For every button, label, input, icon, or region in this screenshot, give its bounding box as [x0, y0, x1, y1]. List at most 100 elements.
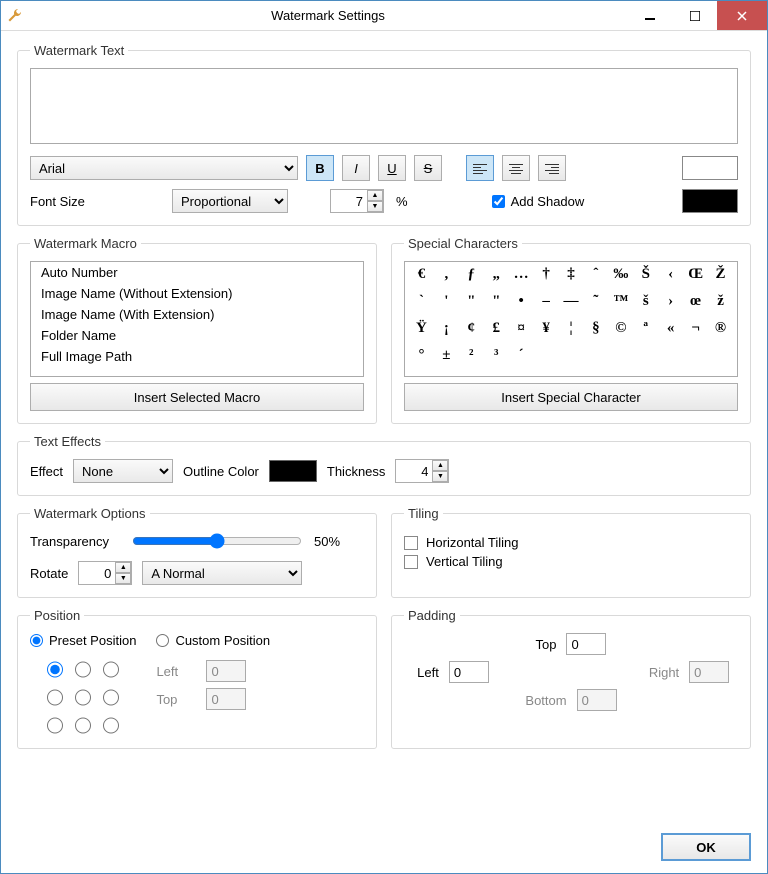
- close-button[interactable]: [717, 1, 767, 30]
- strikethrough-button[interactable]: S: [414, 155, 442, 181]
- special-char[interactable]: †: [536, 266, 557, 291]
- text-color-swatch[interactable]: [682, 156, 738, 180]
- special-char[interactable]: ˜: [585, 293, 606, 318]
- special-char[interactable]: Ž: [710, 266, 731, 291]
- minimize-button[interactable]: [627, 1, 672, 30]
- font-family-select[interactable]: Arial: [30, 156, 298, 180]
- special-char[interactable]: ›: [660, 293, 681, 318]
- font-size-up[interactable]: ▲: [367, 190, 383, 201]
- special-char[interactable]: ®: [710, 320, 731, 345]
- special-char[interactable]: ‰: [610, 266, 631, 291]
- preset-position-cell[interactable]: [75, 659, 91, 680]
- rotate-down[interactable]: ▼: [115, 573, 131, 584]
- preset-position-cell[interactable]: [47, 715, 63, 736]
- special-char[interactable]: «: [660, 320, 681, 345]
- special-char[interactable]: Š: [635, 266, 656, 291]
- list-item[interactable]: Full Image Path: [31, 346, 363, 367]
- special-char[interactable]: ‹: [660, 266, 681, 291]
- padding-left-input[interactable]: [449, 661, 489, 683]
- special-char[interactable]: •: [511, 293, 532, 318]
- watermark-text-input[interactable]: [30, 68, 738, 144]
- preset-position-cell[interactable]: [103, 659, 119, 680]
- thickness-down[interactable]: ▼: [432, 471, 448, 482]
- list-item[interactable]: Image Name (Without Extension): [31, 283, 363, 304]
- special-char[interactable]: ¢: [461, 320, 482, 345]
- special-char[interactable]: …: [511, 266, 532, 291]
- special-char[interactable]: ™: [610, 293, 631, 318]
- align-right-button[interactable]: [538, 155, 566, 181]
- rotate-stepper[interactable]: ▲▼: [78, 561, 132, 585]
- special-char[interactable]: ¥: [536, 320, 557, 345]
- padding-top-input[interactable]: [566, 633, 606, 655]
- list-item[interactable]: Folder Name: [31, 325, 363, 346]
- special-char[interactable]: ¦: [561, 320, 582, 345]
- insert-char-button[interactable]: Insert Special Character: [404, 383, 738, 411]
- preset-position-cell[interactable]: [47, 659, 63, 680]
- special-char[interactable]: –: [536, 293, 557, 318]
- special-char[interactable]: €: [411, 266, 432, 291]
- transparency-slider[interactable]: [132, 533, 302, 549]
- special-char[interactable]: ¡: [436, 320, 457, 345]
- special-char[interactable]: ": [486, 293, 507, 318]
- preset-position-cell[interactable]: [75, 715, 91, 736]
- special-char[interactable]: œ: [685, 293, 706, 318]
- preset-position-cell[interactable]: [47, 687, 63, 708]
- special-char[interactable]: „: [486, 266, 507, 291]
- special-char[interactable]: °: [411, 347, 432, 372]
- special-char[interactable]: ": [461, 293, 482, 318]
- thickness-up[interactable]: ▲: [432, 460, 448, 471]
- special-char[interactable]: ª: [635, 320, 656, 345]
- preset-position-radio[interactable]: Preset Position: [30, 633, 136, 648]
- list-item[interactable]: Auto Number: [31, 262, 363, 283]
- special-char[interactable]: ³: [486, 347, 507, 372]
- preset-position-cell[interactable]: [103, 687, 119, 708]
- shadow-color-swatch[interactable]: [682, 189, 738, 213]
- special-char[interactable]: ,: [436, 266, 457, 291]
- special-char[interactable]: š: [635, 293, 656, 318]
- list-item[interactable]: Image Name (With Extension): [31, 304, 363, 325]
- special-char[interactable]: ž: [710, 293, 731, 318]
- preset-position-cell[interactable]: [103, 715, 119, 736]
- font-size-mode-select[interactable]: Proportional: [172, 189, 288, 213]
- rotate-value[interactable]: [79, 562, 115, 584]
- special-char[interactable]: ´: [511, 347, 532, 372]
- underline-button[interactable]: U: [378, 155, 406, 181]
- special-char[interactable]: ©: [610, 320, 631, 345]
- font-size-down[interactable]: ▼: [367, 201, 383, 212]
- effect-select[interactable]: None: [73, 459, 173, 483]
- custom-position-radio[interactable]: Custom Position: [156, 633, 270, 648]
- vertical-tiling-checkbox[interactable]: Vertical Tiling: [404, 554, 738, 569]
- align-left-button[interactable]: [466, 155, 494, 181]
- special-char[interactable]: ±: [436, 347, 457, 372]
- special-char[interactable]: §: [585, 320, 606, 345]
- horizontal-tiling-checkbox[interactable]: Horizontal Tiling: [404, 535, 738, 550]
- special-char[interactable]: Œ: [685, 266, 706, 291]
- special-char[interactable]: ‡: [561, 266, 582, 291]
- special-char[interactable]: ': [436, 293, 457, 318]
- special-char[interactable]: ˆ: [585, 266, 606, 291]
- special-chars-grid[interactable]: €,ƒ„…†‡ˆ‰Š‹ŒŽ`'""•–—˜™š›œžŸ¡¢£¤¥¦§©ª«¬®°…: [404, 261, 738, 377]
- font-size-value[interactable]: [331, 190, 367, 212]
- rotate-up[interactable]: ▲: [115, 562, 131, 573]
- outline-color-swatch[interactable]: [269, 460, 317, 482]
- preset-position-cell[interactable]: [75, 687, 91, 708]
- flip-select[interactable]: A Normal: [142, 561, 302, 585]
- ok-button[interactable]: OK: [661, 833, 751, 861]
- thickness-stepper[interactable]: ▲▼: [395, 459, 449, 483]
- add-shadow-checkbox[interactable]: Add Shadow: [492, 194, 585, 209]
- thickness-value[interactable]: [396, 460, 432, 482]
- special-char[interactable]: ¬: [685, 320, 706, 345]
- italic-button[interactable]: I: [342, 155, 370, 181]
- maximize-button[interactable]: [672, 1, 717, 30]
- insert-macro-button[interactable]: Insert Selected Macro: [30, 383, 364, 411]
- special-char[interactable]: —: [561, 293, 582, 318]
- macro-listbox[interactable]: Auto NumberImage Name (Without Extension…: [30, 261, 364, 377]
- font-size-stepper[interactable]: ▲▼: [330, 189, 384, 213]
- special-char[interactable]: ²: [461, 347, 482, 372]
- bold-button[interactable]: B: [306, 155, 334, 181]
- special-char[interactable]: Ÿ: [411, 320, 432, 345]
- special-char[interactable]: ƒ: [461, 266, 482, 291]
- special-char[interactable]: £: [486, 320, 507, 345]
- special-char[interactable]: `: [411, 293, 432, 318]
- align-center-button[interactable]: [502, 155, 530, 181]
